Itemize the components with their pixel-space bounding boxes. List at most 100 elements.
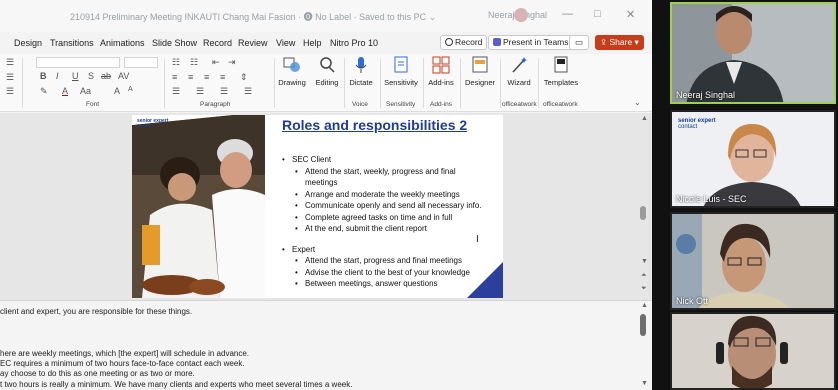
italic-button[interactable]: I	[56, 71, 59, 81]
editing-button-label: Editing	[315, 78, 339, 87]
templates-button[interactable]: Templates	[540, 56, 582, 87]
collapse-ribbon-icon[interactable]: ⌄	[634, 98, 641, 107]
share-button-label: Share	[609, 37, 633, 47]
align-center-icon[interactable]: ≡	[188, 72, 193, 82]
underline-button[interactable]: U	[72, 71, 79, 81]
decrease-font-button[interactable]: A	[128, 86, 133, 93]
sensitivity-button-label: Sensitivity	[384, 78, 418, 87]
bullet-text: Advise the client to the best of your kn…	[305, 267, 470, 277]
increase-font-button[interactable]: A	[114, 86, 120, 96]
section-icon[interactable]: ☰	[6, 86, 14, 97]
tab-record[interactable]: Record	[203, 38, 232, 48]
divider	[380, 58, 381, 108]
line-spacing-icon[interactable]: ☰	[172, 86, 180, 97]
wizard-button[interactable]: Wizard	[502, 56, 536, 87]
document-title[interactable]: 210914 Preliminary Meeting INKAUTI Chang…	[70, 10, 436, 23]
comments-button[interactable]: ▭	[569, 35, 589, 50]
bullets-icon[interactable]: ☷	[172, 57, 180, 68]
tab-animations[interactable]: Animations	[100, 38, 145, 48]
tab-view[interactable]: View	[276, 38, 295, 48]
text-cursor-icon: I	[476, 234, 479, 245]
slide-sub-bullet: • Attend the start, weekly, progress and …	[295, 167, 456, 177]
minimize-button[interactable]: —	[562, 8, 573, 20]
previous-slide-icon[interactable]: ⏶	[641, 272, 647, 280]
notes-scroll-down-icon[interactable]: ▼	[641, 380, 648, 387]
editing-button[interactable]: Editing	[312, 56, 342, 87]
restore-button[interactable]: □	[594, 8, 601, 20]
officeatwork-group-label: officeatwork	[502, 101, 537, 108]
drawing-button[interactable]: Drawing	[277, 56, 307, 87]
align-text-icon[interactable]: ☰	[196, 86, 204, 97]
participant-name: Nicole Luis - SEC	[676, 194, 747, 204]
divider	[500, 58, 501, 108]
logo-line-2: contact	[137, 123, 154, 129]
voice-group-label: Voice	[352, 101, 368, 108]
tab-design[interactable]: Design	[14, 38, 42, 48]
strikethrough-button[interactable]: ab	[101, 71, 111, 81]
add-ins-button[interactable]: Add-ins	[425, 56, 457, 87]
share-button[interactable]: ⇪ Share ▾	[595, 35, 644, 50]
chefs-photo	[132, 115, 265, 298]
divider	[423, 58, 424, 108]
tab-transitions[interactable]: Transitions	[50, 38, 94, 48]
align-left-icon[interactable]: ≡	[172, 72, 177, 82]
shadow-button[interactable]: S	[88, 71, 94, 81]
templates-button-label: Templates	[543, 78, 579, 87]
powerpoint-window: 210914 Preliminary Meeting INKAUTI Chang…	[0, 0, 652, 390]
tab-slide-show[interactable]: Slide Show	[152, 38, 197, 48]
tab-review[interactable]: Review	[238, 38, 268, 48]
columns-icon[interactable]: ☰	[220, 86, 228, 97]
next-slide-icon[interactable]: ⏷	[641, 285, 647, 293]
font-name-box[interactable]	[36, 57, 120, 68]
layout-icon[interactable]: ☰	[6, 57, 14, 68]
add-ins-group-label: Add-ins	[430, 101, 453, 108]
teams-icon	[493, 38, 501, 46]
text-direction-icon[interactable]: ⇕	[240, 72, 248, 83]
notes-scroll-up-icon[interactable]: ▲	[641, 302, 648, 309]
note-line: ay choose to do this as one meeting or a…	[0, 369, 195, 378]
close-button[interactable]: ✕	[626, 8, 635, 21]
character-spacing-button[interactable]: AV	[118, 71, 129, 81]
participant-tile[interactable]: Neeraj Singhal	[670, 2, 836, 104]
tab-nitro-pro[interactable]: Nitro Pro 10	[330, 38, 378, 48]
bold-button[interactable]: B	[40, 71, 47, 81]
numbering-icon[interactable]: ☷	[190, 57, 198, 68]
note-line: EC requires a minimum of two hours face-…	[0, 359, 245, 368]
highlight-icon[interactable]: ✎	[40, 86, 48, 97]
smartart-icon[interactable]: ☰	[244, 86, 252, 97]
participant-video	[672, 314, 834, 388]
scroll-down-icon[interactable]: ▼	[641, 258, 648, 265]
font-color-button[interactable]: A	[62, 86, 68, 96]
slide-title[interactable]: Roles and responsibilities 2	[282, 117, 467, 133]
outdent-icon[interactable]: ⇥	[228, 57, 236, 68]
designer-button[interactable]: Designer	[462, 56, 498, 87]
justify-icon[interactable]: ≡	[220, 72, 225, 82]
participant-tile[interactable]: Nick Ott	[670, 212, 836, 310]
sensitivity-button[interactable]: Sensitivity	[382, 56, 420, 87]
change-case-button[interactable]: Aa	[80, 86, 91, 96]
notes-scrollbar-thumb[interactable]	[640, 314, 646, 336]
divider	[460, 58, 461, 108]
font-size-box[interactable]	[124, 57, 158, 68]
bullet-text: SEC Client	[292, 155, 332, 164]
bullet-icon: •	[282, 244, 285, 254]
bullet-icon: •	[295, 201, 298, 210]
present-in-teams-button[interactable]: Present in Teams	[488, 35, 574, 50]
reset-icon[interactable]: ☰	[6, 72, 14, 83]
participant-name: Neeraj Singhal	[676, 90, 736, 100]
align-right-icon[interactable]: ≡	[204, 72, 209, 82]
slide-scrollbar-thumb[interactable]	[640, 206, 646, 220]
record-button[interactable]: Record	[440, 35, 488, 50]
participant-tile[interactable]: senior expert contact Nicole Luis - SEC	[670, 110, 836, 208]
indent-icon[interactable]: ⇤	[212, 57, 220, 68]
speaker-notes[interactable]: client and expert, you are responsible f…	[0, 300, 652, 390]
slide-sub-bullet: • At the end, submit the client report	[295, 224, 427, 234]
dictate-button[interactable]: Dictate	[346, 56, 376, 87]
current-slide[interactable]: senior expert contact Roles and responsi…	[132, 115, 503, 298]
participant-tile[interactable]	[670, 312, 836, 390]
avatar[interactable]	[514, 8, 528, 22]
tab-help[interactable]: Help	[303, 38, 322, 48]
bullet-text: At the end, submit the client report	[305, 224, 427, 233]
bullet-text: Attend the start, progress and final mee…	[305, 256, 462, 265]
scroll-up-icon[interactable]: ▲	[641, 115, 648, 122]
